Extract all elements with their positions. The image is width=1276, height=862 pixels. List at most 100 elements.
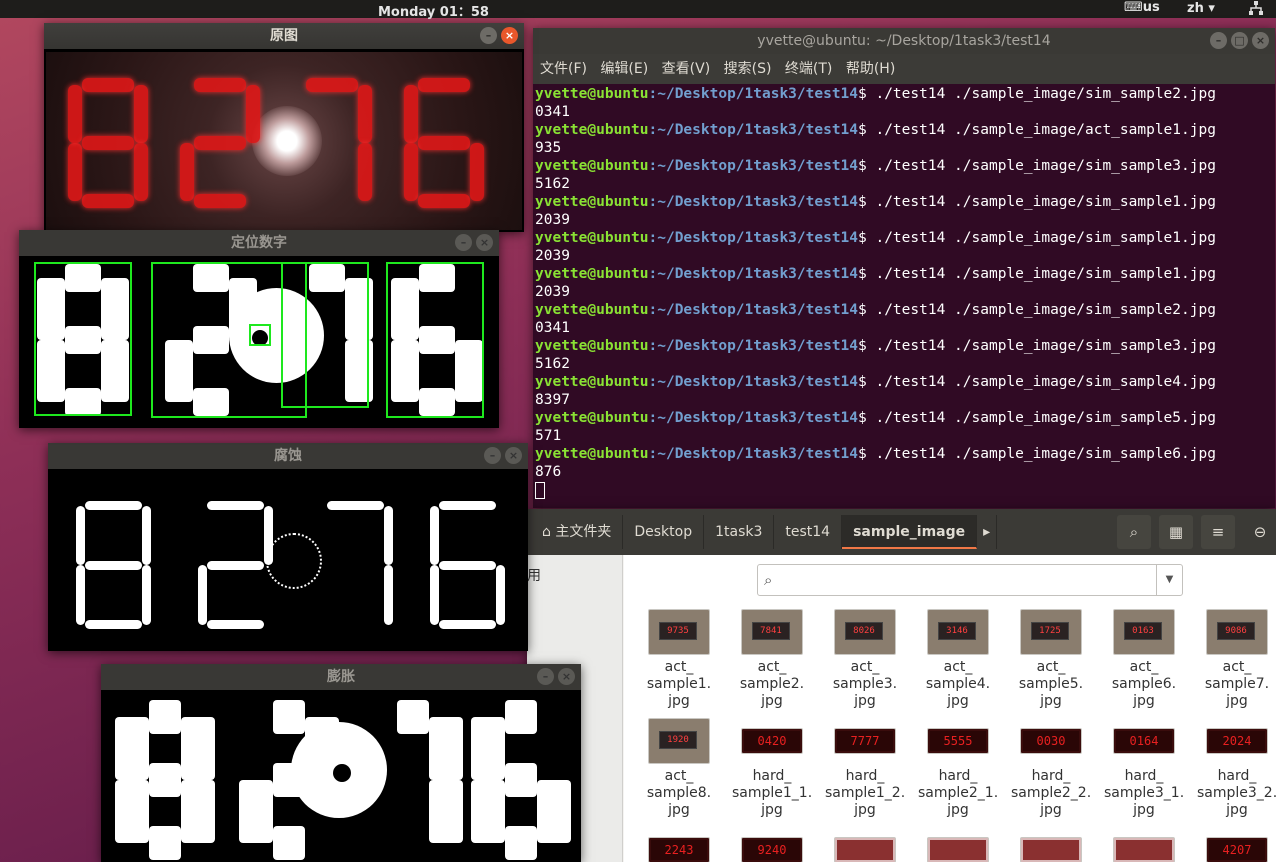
file-item[interactable]: hard bbox=[1104, 827, 1184, 862]
digit-segment bbox=[115, 717, 149, 780]
file-item[interactable]: 4207hard bbox=[1197, 827, 1276, 862]
prompt-user: yvette@ubuntu bbox=[535, 374, 649, 390]
command-text: $ ./test14 ./sample_image/sim_sample1.jp… bbox=[858, 230, 1216, 246]
file-item[interactable]: hard bbox=[918, 827, 998, 862]
command-output: 0341 bbox=[535, 104, 570, 120]
minimize-button[interactable]: – bbox=[480, 27, 497, 44]
glare-hole bbox=[333, 764, 351, 782]
crumb-test14[interactable]: test14 bbox=[774, 515, 843, 549]
file-item[interactable]: 9735 act_ sample1. jpg bbox=[639, 609, 719, 710]
file-item[interactable]: 2024 hard_ sample3_2. jpg bbox=[1197, 718, 1276, 819]
view-toggle-icon[interactable]: ▦ bbox=[1159, 515, 1193, 549]
file-item[interactable]: 9086 act_ sample7. jpg bbox=[1197, 609, 1276, 710]
locate-digits-window[interactable]: 定位数字 – × bbox=[19, 230, 499, 428]
minimize-button[interactable]: ⊖ bbox=[1247, 515, 1273, 549]
digit-segment bbox=[429, 780, 463, 843]
close-button[interactable]: × bbox=[476, 234, 493, 251]
terminal-command-line: yvette@ubuntu:~/Desktop/1task3/test14$ .… bbox=[535, 193, 1275, 211]
chevron-right-icon[interactable]: ▸ bbox=[977, 515, 998, 549]
file-name: act_ sample3. jpg bbox=[832, 659, 898, 709]
thumbnail-display: 0163 bbox=[1124, 622, 1162, 640]
file-item[interactable]: 5555 hard_ sample2_1. jpg bbox=[918, 718, 998, 819]
file-item[interactable]: 7777 hard_ sample1_2. jpg bbox=[825, 718, 905, 819]
network-icon[interactable] bbox=[1248, 0, 1264, 20]
original-titlebar[interactable]: 原图 – × bbox=[44, 23, 524, 49]
digit-segment bbox=[273, 826, 305, 860]
command-text: $ ./test14 ./sample_image/sim_sample5.jp… bbox=[858, 410, 1216, 426]
file-name: hard_ sample1_1. jpg bbox=[732, 768, 813, 818]
search-input[interactable]: ⌕ ▼ bbox=[757, 564, 1183, 596]
thumbnail-display: 0420 bbox=[744, 731, 800, 751]
file-item[interactable]: 0163 act_ sample6. jpg bbox=[1104, 609, 1184, 710]
file-name: hard_ sample3_1. jpg bbox=[1104, 768, 1185, 818]
file-item[interactable]: 1920 act_ sample8. jpg bbox=[639, 718, 719, 819]
file-item[interactable]: 7841 act_ sample2. jpg bbox=[732, 609, 812, 710]
terminal-output[interactable]: yvette@ubuntu:~/Desktop/1task3/test14$ .… bbox=[533, 84, 1275, 499]
keyboard-indicator[interactable]: ⌨us bbox=[1124, 0, 1160, 15]
dilate-window[interactable]: 膨胀 – × bbox=[101, 664, 581, 862]
minimize-button[interactable]: – bbox=[484, 447, 501, 464]
command-text: $ ./test14 ./sample_image/act_sample1.jp… bbox=[858, 122, 1216, 138]
file-item[interactable]: 9240hard bbox=[732, 827, 812, 862]
erode-window[interactable]: 腐蚀 – × bbox=[48, 443, 528, 651]
digit-segment bbox=[68, 143, 82, 201]
dilate-titlebar[interactable]: 膨胀 – × bbox=[101, 664, 581, 690]
maximize-button[interactable]: □ bbox=[1231, 32, 1248, 49]
prompt-user: yvette@ubuntu bbox=[535, 194, 649, 210]
close-button[interactable]: × bbox=[501, 27, 518, 44]
locate-titlebar[interactable]: 定位数字 – × bbox=[19, 230, 499, 256]
erode-titlebar[interactable]: 腐蚀 – × bbox=[48, 443, 528, 469]
file-item[interactable]: 1725 act_ sample5. jpg bbox=[1011, 609, 1091, 710]
prompt-user: yvette@ubuntu bbox=[535, 230, 649, 246]
search-icon[interactable]: ⌕ bbox=[1117, 515, 1151, 549]
menu-file[interactable]: 文件(F) bbox=[540, 61, 587, 77]
close-button[interactable]: × bbox=[505, 447, 522, 464]
terminal-window[interactable]: yvette@ubuntu: ~/Desktop/1task3/test14 –… bbox=[533, 28, 1275, 508]
prompt-user: yvette@ubuntu bbox=[535, 302, 649, 318]
terminal-command-line: yvette@ubuntu:~/Desktop/1task3/test14$ .… bbox=[535, 301, 1275, 319]
chevron-down-icon[interactable]: ▼ bbox=[1156, 565, 1182, 595]
bounding-box bbox=[249, 324, 271, 346]
file-item[interactable]: 3146 act_ sample4. jpg bbox=[918, 609, 998, 710]
menu-terminal[interactable]: 终端(T) bbox=[785, 61, 832, 77]
file-thumbnail: 9086 bbox=[1206, 609, 1268, 655]
input-method-menu[interactable]: zh ▾ bbox=[1187, 1, 1215, 16]
file-item[interactable]: 0164 hard_ sample3_1. jpg bbox=[1104, 718, 1184, 819]
menu-view[interactable]: 查看(V) bbox=[662, 61, 711, 77]
menu-icon[interactable]: ≡ bbox=[1201, 515, 1235, 549]
sidebar-label[interactable]: 用 bbox=[527, 565, 541, 585]
terminal-titlebar[interactable]: yvette@ubuntu: ~/Desktop/1task3/test14 –… bbox=[533, 28, 1275, 54]
crumb-desktop[interactable]: Desktop bbox=[623, 515, 705, 549]
file-item[interactable]: 0420 hard_ sample1_1. jpg bbox=[732, 718, 812, 819]
light-flare bbox=[252, 106, 322, 176]
file-name: act_ sample7. jpg bbox=[1204, 659, 1270, 709]
file-thumbnail: 9735 bbox=[648, 609, 710, 655]
clock[interactable]: Monday 01：58 bbox=[378, 1, 489, 20]
menu-search[interactable]: 搜索(S) bbox=[724, 61, 772, 77]
minimize-button[interactable]: – bbox=[537, 668, 554, 685]
file-item[interactable]: 2243hard bbox=[639, 827, 719, 862]
terminal-command-line: yvette@ubuntu:~/Desktop/1task3/test14$ .… bbox=[535, 229, 1275, 247]
terminal-command-line: yvette@ubuntu:~/Desktop/1task3/test14$ .… bbox=[535, 337, 1275, 355]
menu-edit[interactable]: 编辑(E) bbox=[600, 61, 648, 77]
command-output: 935 bbox=[535, 140, 562, 156]
crumb-sample-image[interactable]: sample_image bbox=[842, 515, 978, 549]
file-item[interactable]: 0030 hard_ sample2_2. jpg bbox=[1011, 718, 1091, 819]
thumbnail-display: 7777 bbox=[837, 731, 893, 751]
file-item[interactable]: hard bbox=[825, 827, 905, 862]
close-button[interactable]: × bbox=[1252, 32, 1269, 49]
file-manager-window[interactable]: ⌂ 主文件夹 Desktop 1task3 test14 sample_imag… bbox=[527, 509, 1276, 862]
crumb-home[interactable]: ⌂ 主文件夹 bbox=[531, 515, 624, 549]
close-button[interactable]: × bbox=[558, 668, 575, 685]
original-image-window[interactable]: 原图 – × bbox=[44, 23, 524, 232]
thumbnail-display: 9240 bbox=[744, 840, 800, 860]
minimize-button[interactable]: – bbox=[1210, 32, 1227, 49]
file-item[interactable]: hard bbox=[1011, 827, 1091, 862]
prompt-user: yvette@ubuntu bbox=[535, 122, 649, 138]
file-item[interactable]: 8026 act_ sample3. jpg bbox=[825, 609, 905, 710]
minimize-button[interactable]: – bbox=[455, 234, 472, 251]
crumb-1task3[interactable]: 1task3 bbox=[704, 515, 775, 549]
menu-help[interactable]: 帮助(H) bbox=[846, 61, 895, 77]
file-name: act_ sample6. jpg bbox=[1111, 659, 1177, 709]
file-grid[interactable]: ⌕ ▼ 9735 act_ sample1. jpg 7841 act_ sample… bbox=[624, 555, 1276, 862]
